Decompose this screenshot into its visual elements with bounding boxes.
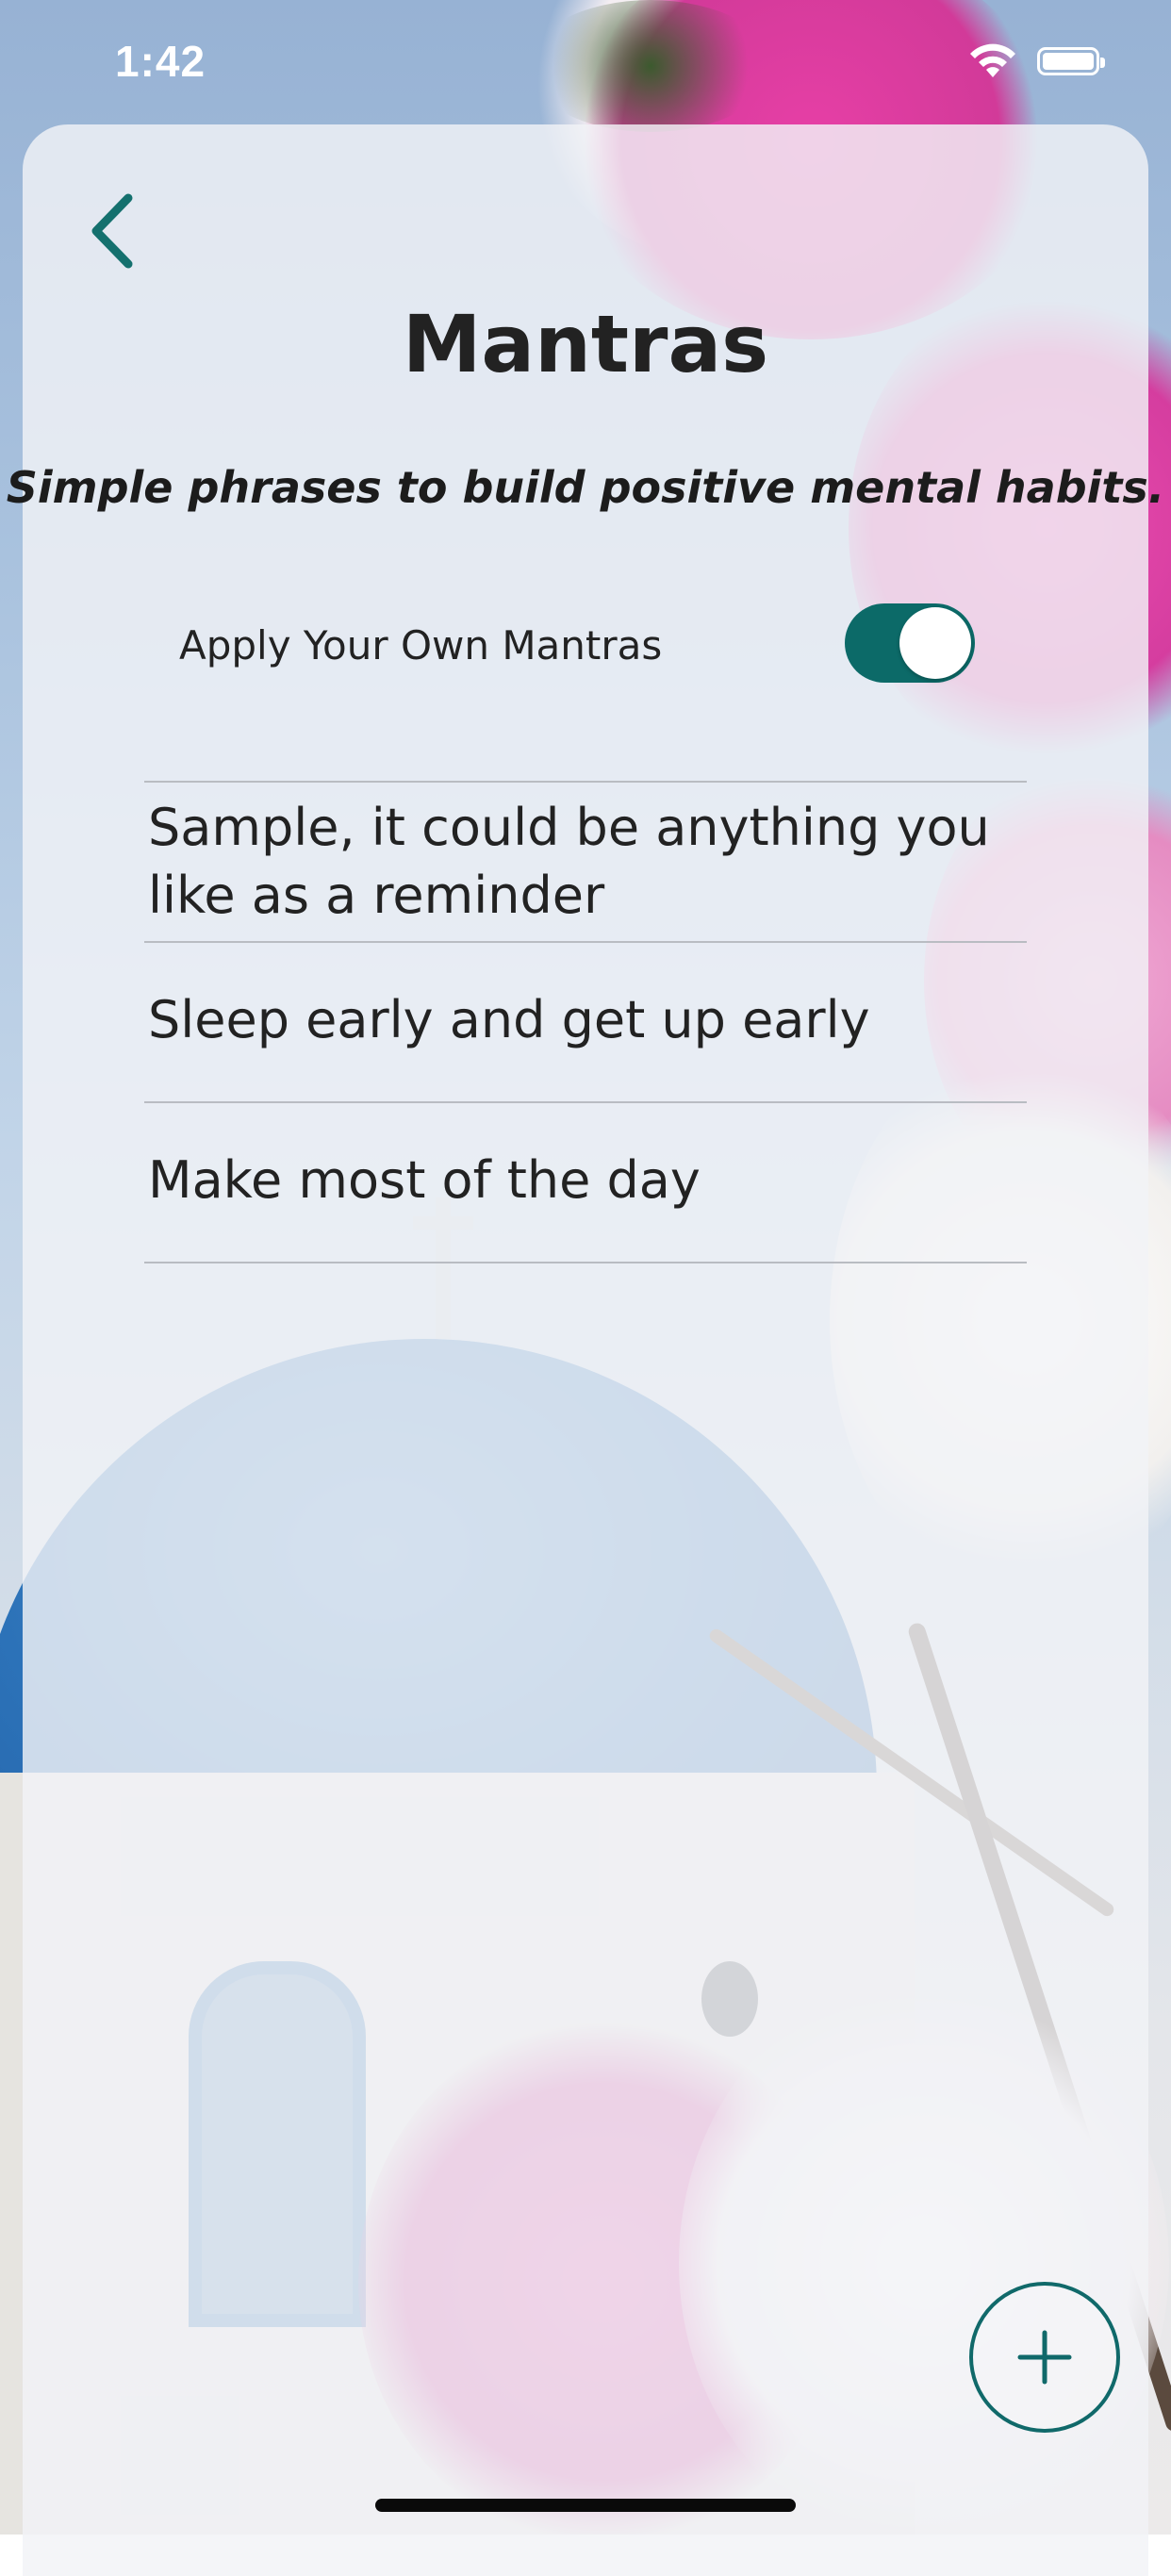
status-bar: 1:42 <box>0 0 1171 124</box>
back-button[interactable] <box>83 189 149 273</box>
chevron-left-icon <box>91 193 133 269</box>
apply-own-mantras-row: Apply Your Own Mantras <box>179 603 975 688</box>
wifi-icon <box>970 43 1015 77</box>
plus-icon <box>1017 2330 1072 2385</box>
list-divider <box>144 1262 1027 1263</box>
list-item[interactable]: Sleep early and get up early <box>144 941 1027 1101</box>
page-title: Mantras <box>402 298 769 390</box>
list-item[interactable]: Sample, it could be anything you like as… <box>144 781 1027 941</box>
add-mantra-button[interactable] <box>969 2282 1120 2433</box>
apply-own-mantras-label: Apply Your Own Mantras <box>179 622 663 669</box>
home-indicator[interactable] <box>375 2499 796 2512</box>
mantra-list: Sample, it could be anything you like as… <box>144 781 1027 1263</box>
status-time: 1:42 <box>115 37 206 86</box>
battery-icon <box>1037 47 1105 75</box>
page-subtitle: Simple phrases to build positive mental … <box>6 462 1165 513</box>
toggle-knob <box>899 607 971 679</box>
list-item[interactable]: Make most of the day <box>144 1101 1027 1262</box>
apply-own-mantras-toggle[interactable] <box>845 603 975 683</box>
